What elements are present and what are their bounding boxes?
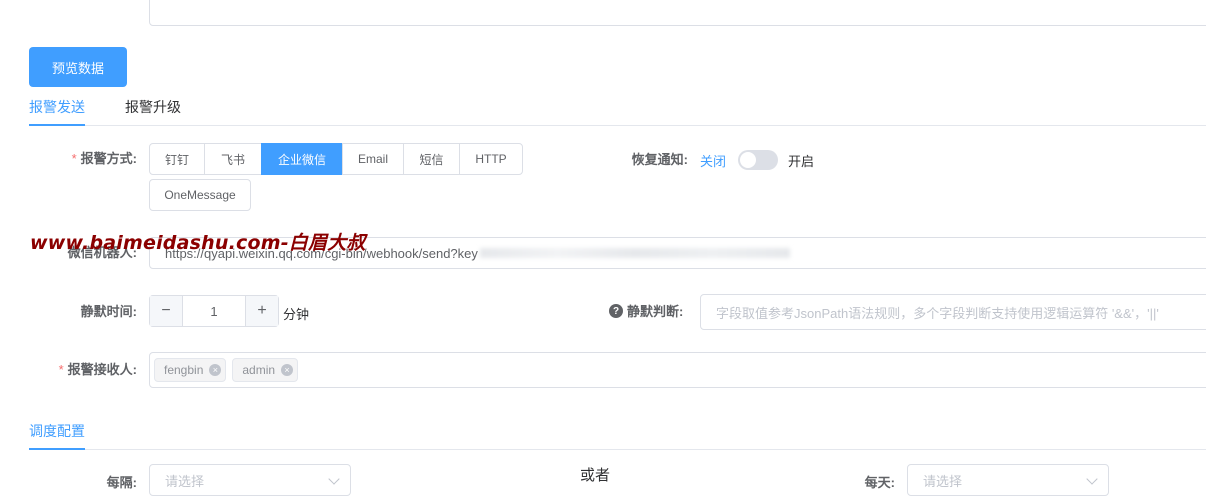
- method-feishu[interactable]: 飞书: [204, 143, 262, 175]
- schedule-config-tab[interactable]: 调度配置: [29, 421, 85, 441]
- daily-select[interactable]: 请选择: [907, 464, 1109, 496]
- recovery-on-label[interactable]: 开启: [788, 151, 814, 170]
- receivers-label: * 报警接收人:: [58, 362, 137, 377]
- tabs-baseline: [29, 125, 1206, 126]
- alert-tabs: 报警发送 报警升级: [29, 96, 1206, 126]
- close-icon[interactable]: ×: [281, 364, 294, 376]
- redacted-key: [479, 248, 790, 258]
- watermark-text: www.baimeidashu.com-白眉大叔: [30, 232, 366, 254]
- method-sms[interactable]: 短信: [403, 143, 460, 175]
- every-select[interactable]: 请选择: [149, 464, 351, 496]
- every-label: 每隔:: [106, 475, 137, 490]
- chevron-down-icon: [328, 473, 340, 485]
- receivers-select[interactable]: fengbin × admin ×: [149, 352, 1206, 388]
- minus-button[interactable]: −: [150, 296, 183, 326]
- method-http[interactable]: HTTP: [459, 143, 523, 175]
- chevron-down-icon: [1086, 473, 1098, 485]
- silence-time-label: 静默时间:: [80, 304, 137, 319]
- schedule-baseline: [29, 449, 1206, 450]
- question-icon[interactable]: ?: [609, 304, 623, 318]
- switch-knob: [740, 152, 756, 168]
- method-email[interactable]: Email: [342, 143, 404, 175]
- silence-judge-label: 静默判断:: [627, 304, 684, 319]
- silence-time-value[interactable]: 1: [183, 296, 245, 326]
- method-dingtalk[interactable]: 钉钉: [149, 143, 205, 175]
- alert-method-group: 钉钉 飞书 企业微信 Email 短信 HTTP: [149, 143, 523, 175]
- preview-data-button[interactable]: 预览数据: [29, 47, 127, 87]
- tab-alert-escalation[interactable]: 报警升级: [125, 96, 181, 118]
- silence-time-unit: 分钟: [283, 307, 310, 322]
- recovery-notice-switch[interactable]: [738, 150, 778, 170]
- alert-method-label: * 报警方式:: [71, 151, 137, 166]
- close-icon[interactable]: ×: [209, 364, 222, 376]
- schedule-tab-indicator: [29, 448, 85, 450]
- tab-alert-send[interactable]: 报警发送: [29, 96, 85, 118]
- tab-active-indicator: [29, 124, 85, 126]
- daily-label: 每天:: [864, 475, 895, 490]
- recovery-off-label[interactable]: 关闭: [700, 151, 726, 170]
- receiver-tag: fengbin ×: [154, 358, 227, 382]
- silence-time-stepper: − 1 +: [149, 295, 279, 327]
- silence-judge-input[interactable]: 字段取值参考JsonPath语法规则，多个字段判断支持使用逻辑运算符 '&&'，…: [700, 294, 1206, 330]
- method-wechat-work[interactable]: 企业微信: [261, 143, 343, 175]
- method-onemessage[interactable]: OneMessage: [149, 179, 251, 211]
- recovery-notice-label: 恢复通知:: [631, 152, 688, 167]
- or-text: 或者: [580, 467, 611, 484]
- receiver-tag: admin ×: [232, 358, 299, 382]
- plus-button[interactable]: +: [245, 296, 278, 326]
- top-textarea[interactable]: [149, 0, 1206, 26]
